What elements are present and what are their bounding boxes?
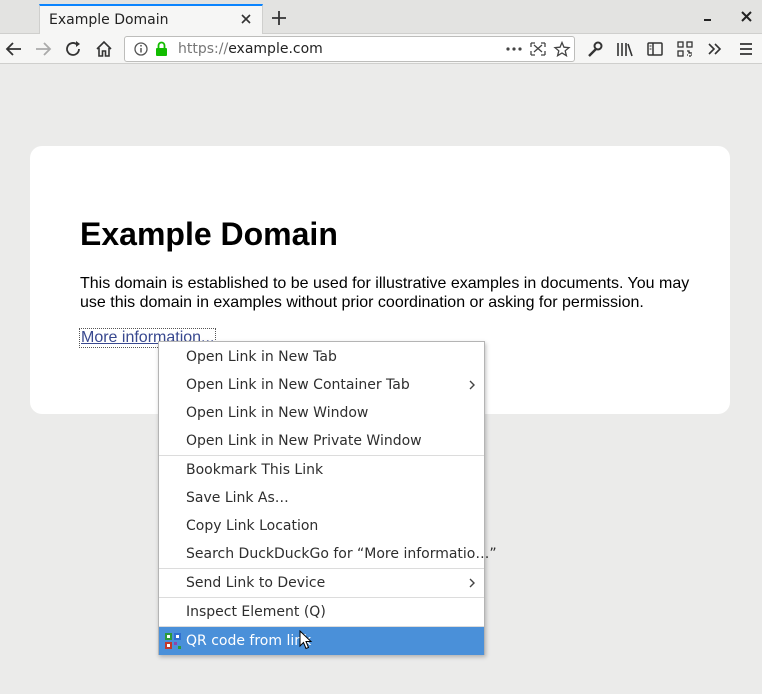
menu-item-copy-link-location[interactable]: Copy Link Location <box>159 512 484 540</box>
menu-item-label: Inspect Element (Q) <box>186 604 326 620</box>
menu-item-label: Bookmark This Link <box>186 462 324 478</box>
minimize-icon[interactable] <box>700 9 716 25</box>
menu-item-save-link-as[interactable]: Save Link As… <box>159 484 484 512</box>
plus-icon[interactable] <box>270 9 288 27</box>
tab-title: Example Domain <box>49 12 169 28</box>
reload-icon[interactable] <box>64 40 84 58</box>
menu-item-open-new-window[interactable]: Open Link in New Window <box>159 399 484 427</box>
menu-item-label: Copy Link Location <box>186 518 319 534</box>
lock-icon[interactable] <box>153 41 171 57</box>
library-icon[interactable] <box>615 40 635 58</box>
navigation-toolbar: https://example.com <box>0 34 762 64</box>
overflow-chevron-icon[interactable] <box>705 40 725 58</box>
menu-item-label: Search DuckDuckGo for “More informatio…” <box>186 546 497 562</box>
window-close-icon[interactable] <box>739 9 755 25</box>
tab-strip: Example Domain <box>0 0 762 35</box>
menu-item-bookmark-link[interactable]: Bookmark This Link <box>159 456 484 484</box>
menu-item-search-duckduckgo[interactable]: Search DuckDuckGo for “More informatio…” <box>159 540 497 568</box>
wrench-icon[interactable] <box>585 40 605 58</box>
menu-item-send-link-to-device[interactable]: Send Link to Device <box>159 569 484 597</box>
menu-item-label: Open Link in New Container Tab <box>186 377 410 393</box>
menu-item-label: Open Link in New Tab <box>186 349 337 365</box>
menu-item-label: Save Link As… <box>186 490 289 506</box>
menu-item-open-new-tab[interactable]: Open Link in New Tab <box>159 343 484 371</box>
star-icon[interactable] <box>553 41 571 57</box>
menu-item-inspect-element[interactable]: Inspect Element (Q) <box>159 598 484 626</box>
menu-item-label: QR code from link <box>186 633 312 649</box>
url-scheme: https:// <box>178 41 229 57</box>
url-host: example.com <box>228 41 323 57</box>
close-icon[interactable] <box>238 11 254 27</box>
menu-item-label: Open Link in New Window <box>186 405 369 421</box>
screenshot-icon[interactable] <box>529 41 547 57</box>
hamburger-menu-icon[interactable] <box>736 40 756 58</box>
submenu-arrow-icon <box>469 380 475 390</box>
menu-item-label: Send Link to Device <box>186 575 326 591</box>
link-context-menu: Open Link in New Tab Open Link in New Co… <box>158 341 497 655</box>
menu-item-qr-code-from-link[interactable]: QR code from link <box>159 627 484 655</box>
info-icon[interactable] <box>133 41 151 57</box>
back-arrow-icon[interactable] <box>4 40 24 58</box>
menu-item-open-container-tab[interactable]: Open Link in New Container Tab <box>159 371 484 399</box>
menu-item-label: Open Link in New Private Window <box>186 433 422 449</box>
menu-item-open-private-window[interactable]: Open Link in New Private Window <box>159 427 484 455</box>
page-title: Example Domain <box>80 216 338 252</box>
url-text[interactable]: https://example.com <box>178 41 323 57</box>
more-dots-icon[interactable] <box>505 41 523 57</box>
tab-example-domain[interactable]: Example Domain <box>39 4 263 35</box>
submenu-arrow-icon <box>469 578 475 588</box>
forward-arrow-icon[interactable] <box>33 40 53 58</box>
qr-code-icon[interactable] <box>675 40 695 58</box>
qr-code-icon <box>165 633 181 649</box>
home-icon[interactable] <box>94 40 114 58</box>
page-paragraph: This domain is established to be used fo… <box>80 275 690 311</box>
sidebar-icon[interactable] <box>645 40 665 58</box>
url-bar[interactable]: https://example.com <box>124 36 575 62</box>
cursor-icon <box>299 630 313 650</box>
